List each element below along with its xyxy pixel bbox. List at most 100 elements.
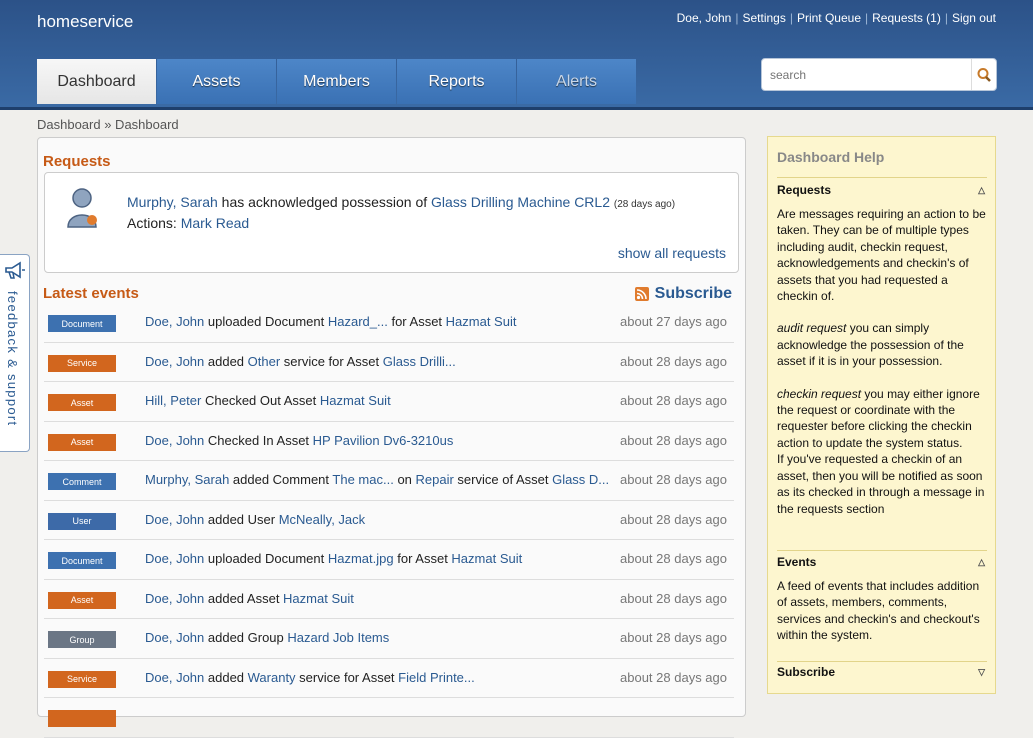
event-link[interactable]: Doe, John [145,433,204,448]
mark-read-link[interactable]: Mark Read [181,215,249,231]
event-text: Doe, John added Group Hazard Job Items [145,630,389,645]
event-time: about 28 days ago [620,472,727,487]
event-row: Asset Doe, John added Asset Hazmat Suit ab… [44,580,734,619]
requests-link[interactable]: Requests (1) [872,11,941,25]
event-link[interactable]: Hazmat Suit [320,393,391,408]
event-time: about 28 days ago [620,511,727,527]
separator: | [944,11,948,25]
breadcrumb[interactable]: Dashboard » Dashboard [37,117,179,132]
event-link[interactable]: Glass Drilli... [383,354,456,369]
feedback-support-tab[interactable]: feedback & support [0,254,30,452]
sign-out-link[interactable]: Sign out [952,11,996,25]
event-type-badge[interactable]: Asset [48,394,116,411]
subscribe-label: Subscribe [654,285,732,302]
event-link[interactable]: The mac... [332,472,393,487]
event-text: Doe, John uploaded Document Hazmat.jpg f… [145,551,522,566]
event-link[interactable]: Doe, John [145,551,204,566]
user-link[interactable]: Doe, John [677,11,732,25]
search-button[interactable] [971,59,996,90]
event-text-fragment: added [204,353,248,369]
event-link[interactable]: Glass D... [552,472,609,487]
divider [777,177,987,178]
tab-reports[interactable]: Reports [397,59,516,104]
event-link[interactable]: Hill, Peter [145,393,201,408]
event-type-badge[interactable] [48,710,116,727]
tab-alerts[interactable]: Alerts [517,59,636,104]
request-text: Murphy, Sarah has acknowledged possessio… [127,193,675,232]
collapse-icon[interactable]: △ [978,557,985,568]
search-icon [977,67,991,82]
event-link[interactable]: Hazmat Suit [283,591,354,606]
event-link[interactable]: Hazmat Suit [446,314,517,329]
search-input[interactable] [768,67,972,83]
subscribe-link[interactable]: Subscribe [634,285,732,303]
event-link[interactable]: Doe, John [145,670,204,685]
event-link[interactable]: Hazard_... [328,314,388,329]
help-requests-text: Are messages requiring an action to be t… [777,206,989,517]
tab-dashboard[interactable]: Dashboard [37,59,156,104]
events-list: Document Doe, John uploaded Document Haza… [44,303,734,738]
settings-link[interactable]: Settings [742,11,785,25]
event-type-badge[interactable]: Service [48,354,116,372]
event-link[interactable]: Repair [416,472,454,487]
event-type-badge[interactable]: Service [48,670,116,688]
event-text-fragment: uploaded Document [204,314,328,329]
event-text-fragment: for Asset [393,551,452,566]
event-text: Doe, John added User McNeally, Jack [145,512,365,527]
separator: | [735,11,739,25]
tab-members[interactable]: Members [277,59,396,104]
event-row: Document Doe, John uploaded Document Hazm… [44,540,734,580]
event-type-badge[interactable]: Group [48,631,116,648]
event-link[interactable]: Doe, John [145,591,204,606]
event-link[interactable]: Doe, John [145,630,204,645]
event-text-fragment: added User [204,511,279,527]
event-link[interactable]: Hazmat.jpg [328,551,394,566]
event-text-fragment: service for Asset [295,669,399,685]
help-subscribe-label: Subscribe [777,665,836,679]
event-type-badge[interactable]: Asset [48,433,116,451]
request-person-link[interactable]: Murphy, Sarah [127,194,218,210]
actions-label: Actions: [127,215,181,231]
event-link[interactable]: Other [248,354,281,369]
event-link[interactable]: McNeally, Jack [279,512,365,527]
event-link[interactable]: Waranty [248,670,296,685]
brand-logo[interactable]: homeservice [37,12,133,32]
show-all-requests-link[interactable]: show all requests [618,245,726,261]
event-link[interactable]: HP Pavilion Dv6-3210us [313,433,454,448]
event-type-badge[interactable]: Comment [48,473,116,490]
event-link[interactable]: Hazmat Suit [451,551,522,566]
help-checkin-p2: If you've requested a checkin of an asse… [777,452,985,516]
help-requests-heading[interactable]: Requests △ [777,183,987,197]
megaphone-icon [5,261,25,279]
event-row: Asset Hill, Peter Checked Out Asset Hazma… [44,382,734,422]
help-panel: Dashboard Help Requests △ Are messages re… [767,136,996,694]
event-link[interactable]: Doe, John [145,512,204,527]
event-type-badge[interactable]: User [48,512,116,530]
rss-icon [634,287,649,301]
event-text: Doe, John uploaded Document Hazard_... f… [145,314,516,329]
event-time: about 28 days ago [620,669,727,685]
event-link[interactable]: Field Printe... [398,670,475,685]
help-subscribe-heading[interactable]: Subscribe ▽ [777,665,987,679]
collapse-icon[interactable]: △ [978,185,985,196]
event-type-badge[interactable]: Document [48,315,116,332]
tab-assets[interactable]: Assets [157,59,276,104]
help-events-heading[interactable]: Events △ [777,555,987,569]
event-text-fragment: added Comment [229,472,333,487]
help-title: Dashboard Help [777,149,885,165]
event-type-badge[interactable]: Document [48,552,116,569]
event-type-badge[interactable]: Asset [48,591,116,609]
print-queue-link[interactable]: Print Queue [797,11,861,25]
event-link[interactable]: Hazard Job Items [287,630,389,645]
request-asset-link[interactable]: Glass Drilling Machine CRL2 [431,194,610,210]
event-text: Doe, John Checked In Asset HP Pavilion D… [145,433,453,448]
event-text-fragment: on [393,472,416,487]
expand-icon[interactable]: ▽ [978,667,985,678]
event-link[interactable]: Doe, John [145,314,204,329]
event-link[interactable]: Murphy, Sarah [145,472,229,487]
latest-events-heading: Latest events [43,285,139,302]
separator: | [865,11,869,25]
event-text-fragment: Checked In Asset [204,432,313,448]
event-text-fragment: uploaded Document [204,551,328,566]
event-link[interactable]: Doe, John [145,354,204,369]
